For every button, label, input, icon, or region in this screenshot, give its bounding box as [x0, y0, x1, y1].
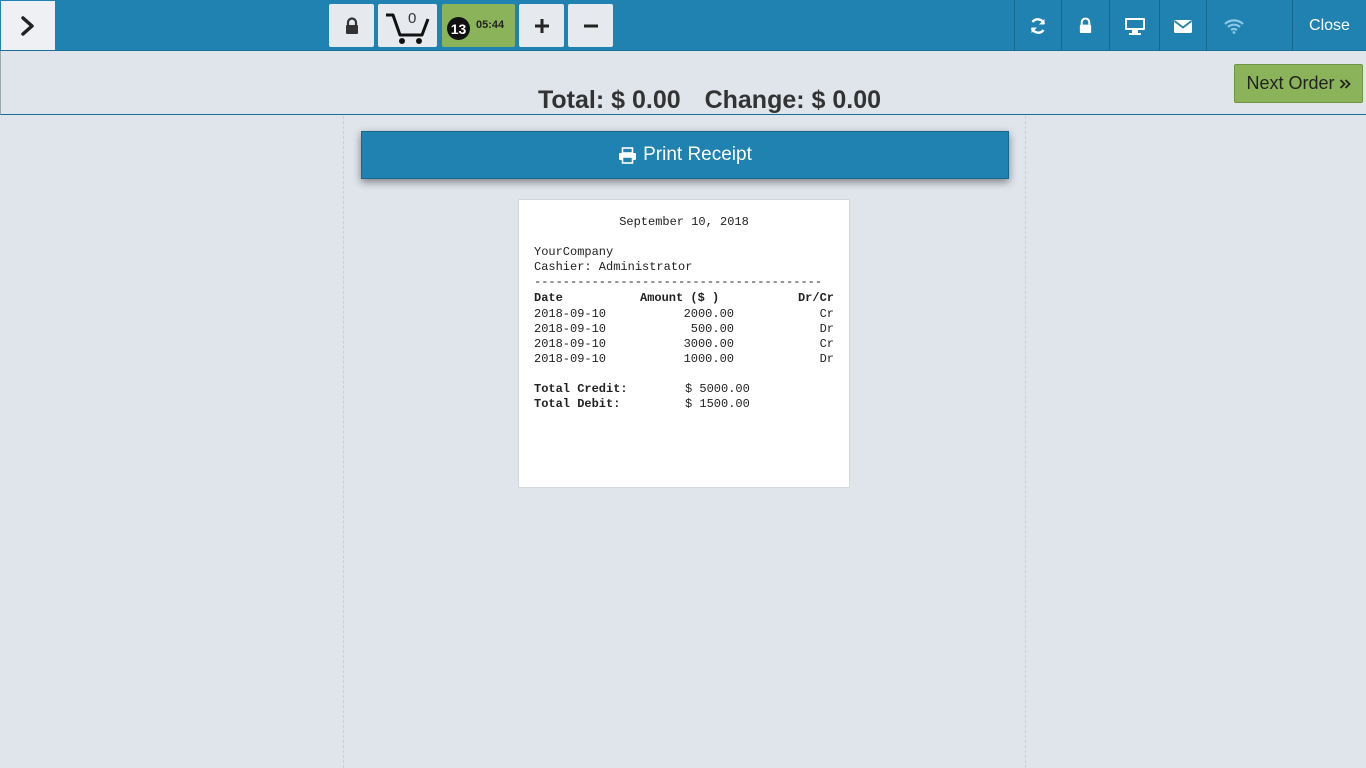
plus-icon [534, 18, 549, 33]
connection-status[interactable] [1206, 0, 1292, 51]
envelope-icon [1173, 19, 1193, 33]
total-credit-value: $ 5000.00 [685, 382, 750, 396]
row-amount: 500.00 [690, 322, 734, 336]
minus-icon [583, 24, 598, 27]
row-drcr: Cr [819, 307, 834, 321]
cart-count: 0 [408, 10, 417, 27]
sidebar-toggle-button[interactable] [1, 1, 55, 50]
totals-bar: Total: $ 0.00 Change: $ 0.00 [0, 51, 1366, 115]
sync-icon [1030, 17, 1046, 34]
total-value: $ 0.00 [611, 86, 681, 114]
wifi-icon [1224, 18, 1244, 34]
row-amount: 3000.00 [683, 337, 734, 351]
customer-display-button[interactable] [1109, 0, 1159, 51]
row-drcr: Cr [819, 337, 834, 351]
receipt-row: 2018-09-10 3000.00 Cr [534, 337, 834, 352]
receipt-company: YourCompany [534, 245, 614, 259]
change-label: Change: [704, 86, 805, 114]
messages-button[interactable] [1159, 0, 1206, 51]
lock-icon [1079, 17, 1092, 33]
header-amount: Amount ($ ) [640, 291, 720, 305]
row-drcr: Dr [819, 352, 834, 366]
order-time: 05:44 [476, 19, 505, 31]
row-date: 2018-09-10 [534, 322, 607, 336]
print-receipt-label: Print Receipt [643, 144, 752, 165]
lock-icon [345, 16, 358, 34]
change-value: $ 0.00 [811, 86, 882, 114]
receipt-row: 2018-09-10 1000.00 Dr [534, 352, 834, 367]
double-chevron-right-icon [1339, 78, 1351, 89]
total-label: Total: [538, 86, 605, 114]
delete-order-button[interactable] [568, 4, 613, 47]
sync-button[interactable] [1014, 0, 1061, 51]
header-drcr: Dr/Cr [797, 291, 834, 305]
chevron-right-icon [21, 15, 34, 36]
cart-button[interactable]: 0 [378, 4, 437, 47]
header-date: Date [534, 291, 563, 305]
receipt-row: 2018-09-10 2000.00 Cr [534, 307, 834, 322]
close-button[interactable]: Close [1292, 0, 1366, 51]
row-amount: 2000.00 [683, 307, 734, 321]
current-order-button[interactable]: 13 05:44 [442, 4, 515, 47]
receipt-header-row: Date Amount ($ ) Dr/Cr [534, 291, 834, 306]
receipt-separator: ---------------------------------------- [534, 275, 823, 289]
total-debit-value: $ 1500.00 [685, 397, 750, 411]
printer-icon [619, 146, 637, 164]
status-group: Close [1014, 0, 1366, 51]
receipt-cashier: Cashier: Administrator [534, 260, 693, 274]
next-order-label: Next Order [1246, 73, 1335, 93]
row-amount: 1000.00 [683, 352, 734, 366]
print-receipt-button[interactable]: Print Receipt [361, 131, 1009, 179]
row-date: 2018-09-10 [534, 337, 607, 351]
row-date: 2018-09-10 [534, 307, 607, 321]
content-guide-right [1025, 116, 1026, 768]
content-guide-left [343, 116, 344, 768]
row-date: 2018-09-10 [534, 352, 607, 366]
row-drcr: Dr [819, 322, 834, 336]
new-order-button[interactable] [519, 4, 564, 47]
receipt-date: September 10, 2018 [619, 215, 749, 229]
totals-summary: Total: $ 0.00 Change: $ 0.00 [538, 86, 881, 115]
lock-button[interactable] [329, 4, 374, 47]
top-bar: 0 13 05:44 Close [0, 0, 1366, 51]
next-order-button[interactable]: Next Order [1234, 64, 1363, 103]
lock-screen-button[interactable] [1061, 0, 1109, 51]
receipt-preview: September 10, 2018 YourCompany Cashier: … [518, 199, 850, 488]
total-credit-label: Total Credit: [534, 382, 628, 396]
desktop-icon [1124, 17, 1145, 35]
total-debit-label: Total Debit: [534, 397, 621, 411]
receipt-row: 2018-09-10 500.00 Dr [534, 322, 834, 337]
order-number-badge: 13 [447, 17, 470, 40]
